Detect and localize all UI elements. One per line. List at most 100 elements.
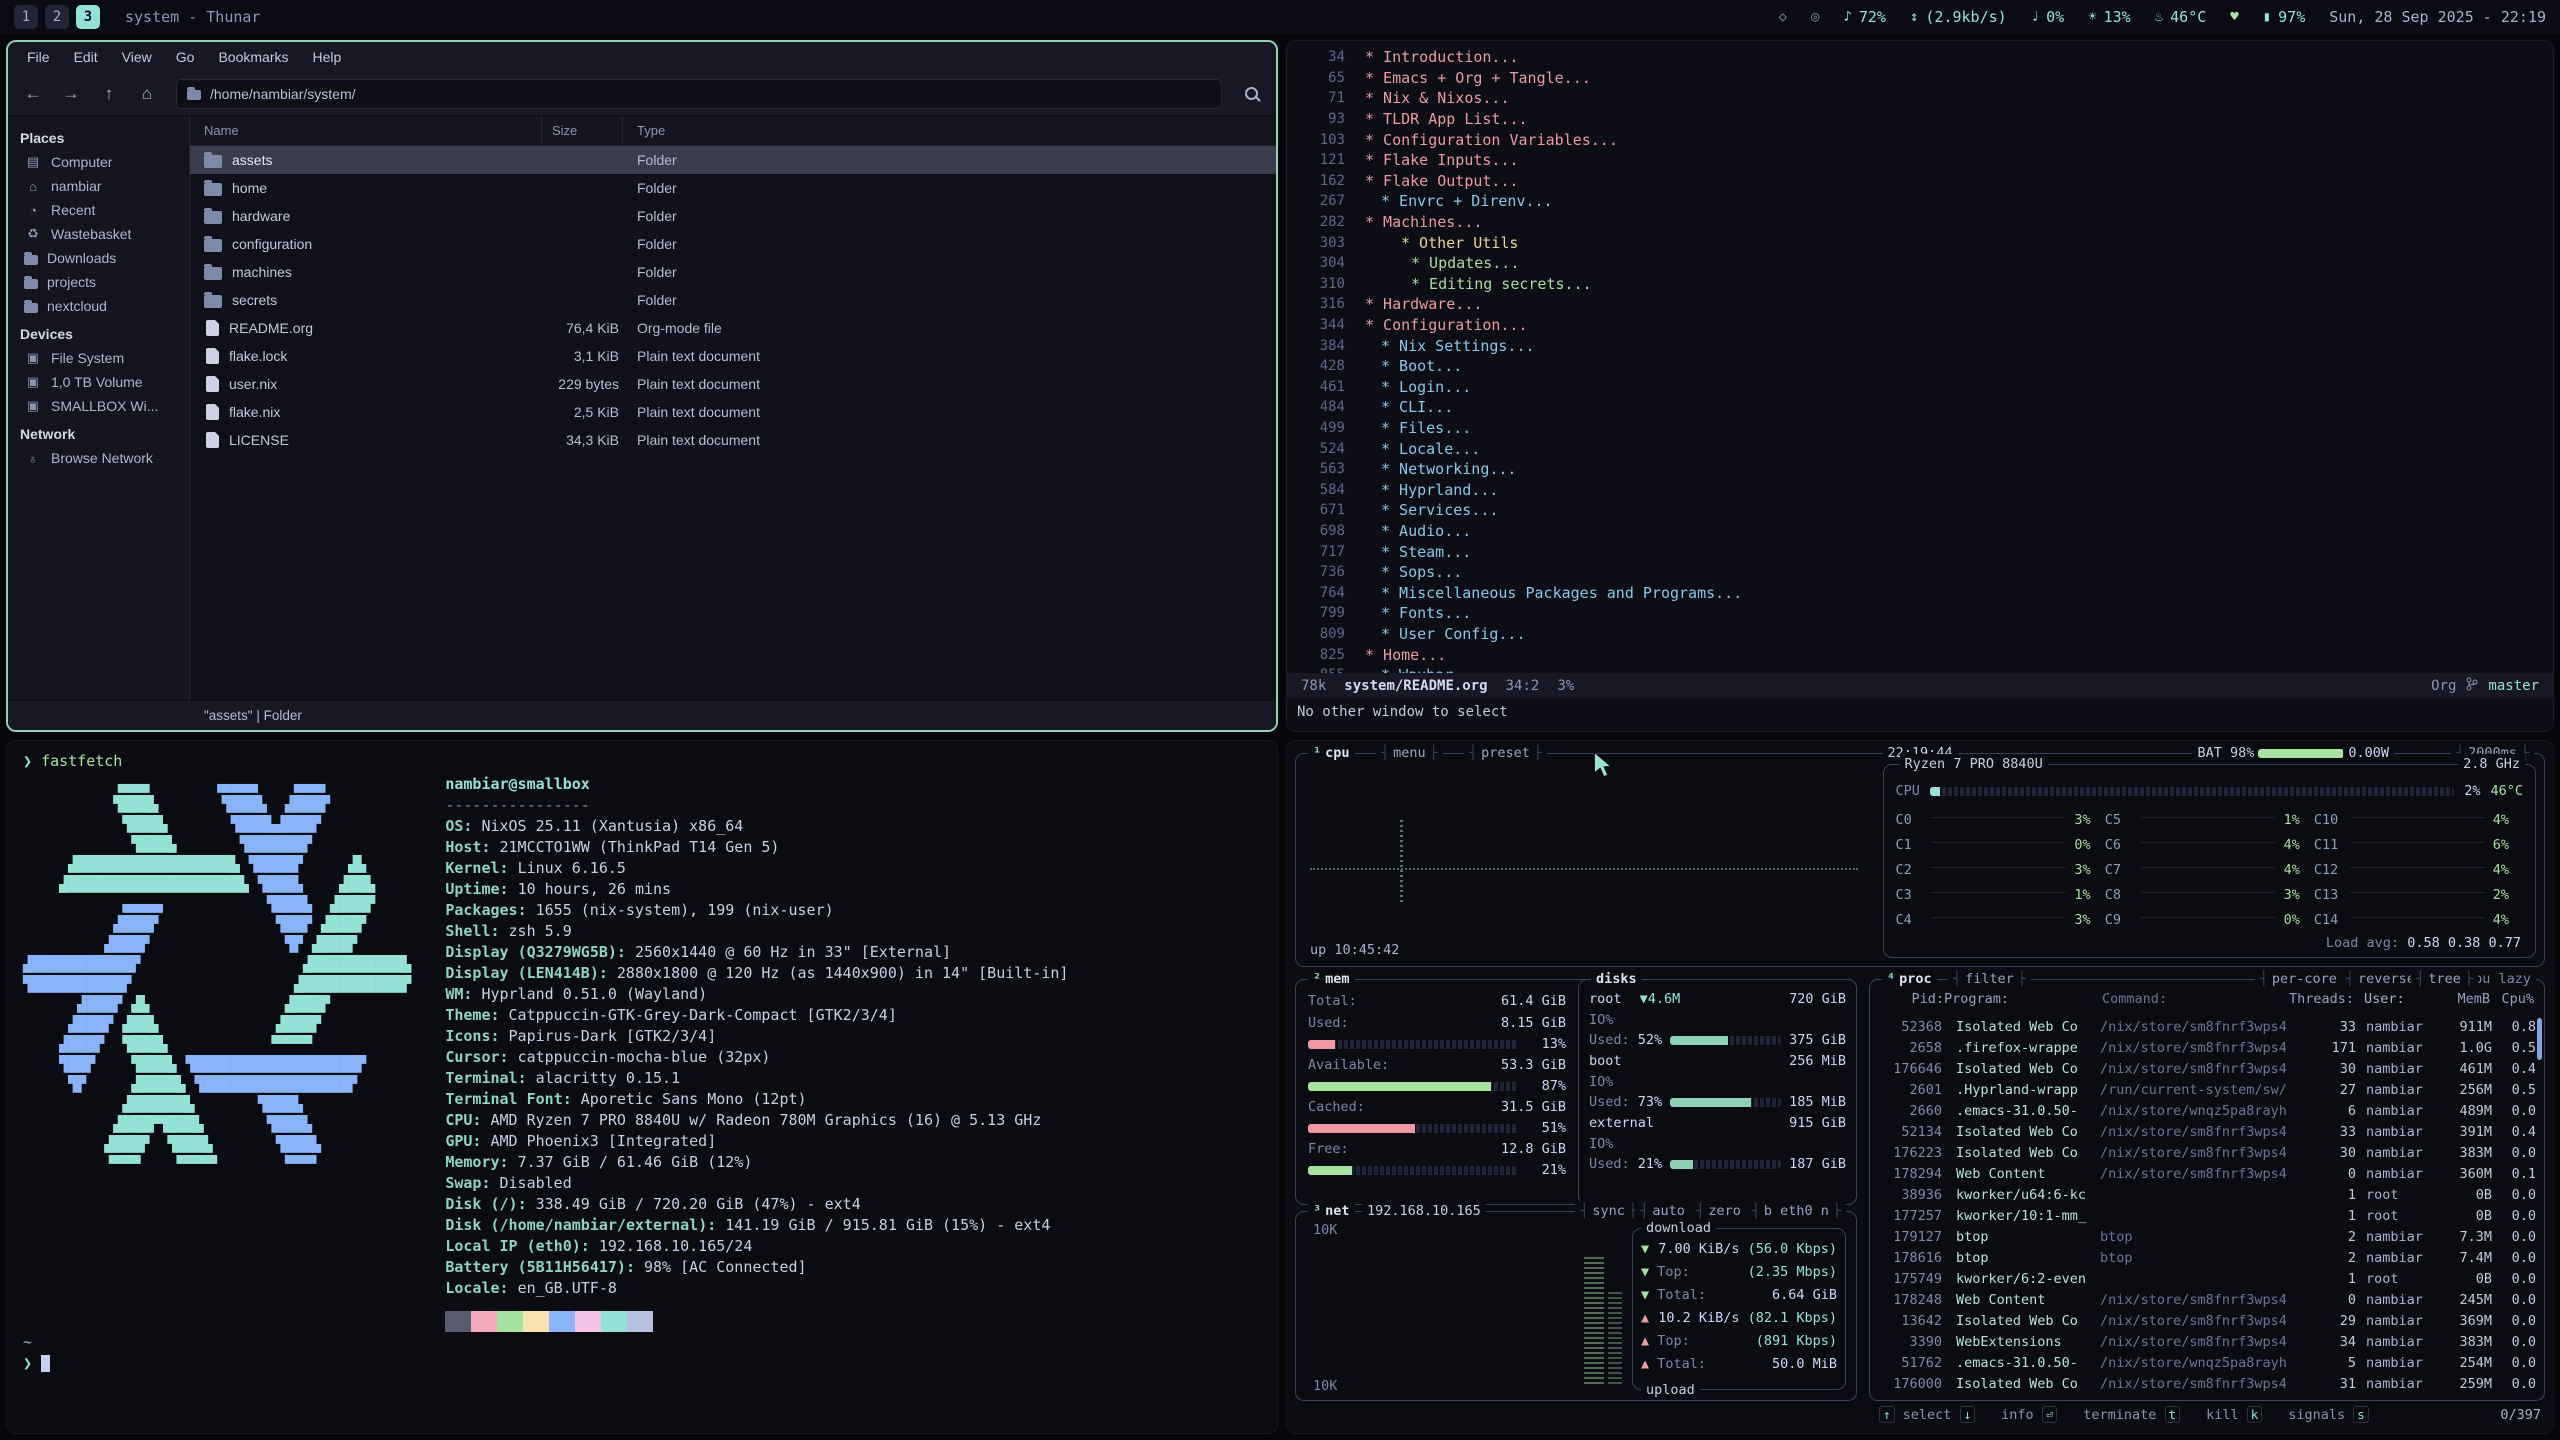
org-heading-line[interactable]: 855* Waubar... bbox=[1291, 665, 2553, 673]
workspace-button-2[interactable]: 2 bbox=[45, 5, 69, 29]
menu-go[interactable]: Go bbox=[165, 46, 206, 68]
org-heading-line[interactable]: 499* Files... bbox=[1291, 418, 2553, 439]
sidebar-item-computer[interactable]: ▤Computer bbox=[8, 150, 189, 174]
sidebar-item-downloads[interactable]: Downloads bbox=[8, 246, 189, 270]
org-heading-line[interactable]: 563* Networking... bbox=[1291, 459, 2553, 480]
org-heading-line[interactable]: 825* Home... bbox=[1291, 644, 2553, 665]
net-button-b-eth0-n[interactable]: b eth0 n bbox=[1747, 1201, 1846, 1221]
process-row[interactable]: 178248Web Content/nix/store/sm8fnrf3wps4… bbox=[1878, 1289, 2536, 1310]
tray-icon-2-module[interactable]: ◎ bbox=[1811, 9, 1819, 25]
org-heading-line[interactable]: 799* Fonts... bbox=[1291, 603, 2553, 624]
org-heading-line[interactable]: 584* Hyprland... bbox=[1291, 479, 2553, 500]
microphone-module[interactable]: ♩0% bbox=[2031, 8, 2065, 26]
org-heading-line[interactable]: 671* Services... bbox=[1291, 500, 2553, 521]
org-heading-line[interactable]: 316* Hardware... bbox=[1291, 294, 2553, 315]
footer-signals[interactable]: signals s bbox=[2288, 1405, 2369, 1425]
file-row[interactable]: secretsFolder bbox=[190, 286, 1276, 314]
proc-column-user[interactable]: User: bbox=[2354, 989, 2434, 1009]
org-heading-line[interactable]: 282* Machines... bbox=[1291, 212, 2553, 233]
org-heading-line[interactable]: 71* Nix & Nixos... bbox=[1291, 88, 2553, 109]
sidebar-item-nextcloud[interactable]: nextcloud bbox=[8, 294, 189, 318]
proc-option-tree[interactable]: tree bbox=[2411, 969, 2478, 989]
tray-icon-1-module[interactable]: ◇ bbox=[1779, 9, 1787, 25]
menu-view[interactable]: View bbox=[111, 46, 163, 68]
org-heading-line[interactable]: 736* Sops... bbox=[1291, 562, 2553, 583]
org-heading-line[interactable]: 809* User Config... bbox=[1291, 624, 2553, 645]
path-bar[interactable]: /home/nambiar/system/ bbox=[176, 79, 1222, 109]
process-row[interactable]: 38936kworker/u64:6-kc1root0B0.0 bbox=[1878, 1184, 2536, 1205]
org-heading-line[interactable]: 428* Boot... bbox=[1291, 356, 2553, 377]
proc-column-memb[interactable]: MemB bbox=[2434, 989, 2490, 1009]
temperature-module[interactable]: ♨46°C bbox=[2155, 8, 2207, 26]
filter-button[interactable]: filter bbox=[1948, 969, 2031, 989]
org-heading-line[interactable]: 484* CLI... bbox=[1291, 397, 2553, 418]
menu-file[interactable]: File bbox=[16, 46, 61, 68]
workspace-button-3[interactable]: 3 bbox=[76, 5, 100, 29]
process-row[interactable]: 52134Isolated Web Co/nix/store/sm8fnrf3w… bbox=[1878, 1121, 2536, 1142]
file-row[interactable]: machinesFolder bbox=[190, 258, 1276, 286]
prompt-line-2[interactable]: ❯ bbox=[23, 1353, 1261, 1374]
file-row[interactable]: flake.nix2,5 KiBPlain text document bbox=[190, 398, 1276, 426]
process-row[interactable]: 179127btopbtop2nambiar7.3M0.0 bbox=[1878, 1226, 2536, 1247]
search-button[interactable] bbox=[1234, 78, 1268, 110]
file-row[interactable]: user.nix229 bytesPlain text document bbox=[190, 370, 1276, 398]
process-row[interactable]: 3390WebExtensions/nix/store/sm8fnrf3wps4… bbox=[1878, 1331, 2536, 1352]
org-heading-line[interactable]: 65* Emacs + Org + Tangle... bbox=[1291, 68, 2553, 89]
preset-button[interactable]: preset bbox=[1464, 743, 1547, 763]
forward-button[interactable]: → bbox=[54, 78, 88, 110]
menu-bookmarks[interactable]: Bookmarks bbox=[207, 46, 299, 68]
org-heading-line[interactable]: 267* Envrc + Direnv... bbox=[1291, 191, 2553, 212]
process-row[interactable]: 178294Web Content/nix/store/sm8fnrf3wps4… bbox=[1878, 1163, 2536, 1184]
org-heading-line[interactable]: 717* Steam... bbox=[1291, 541, 2553, 562]
process-row[interactable]: 52368Isolated Web Co/nix/store/sm8fnrf3w… bbox=[1878, 1016, 2536, 1037]
proc-column-command[interactable]: Command: bbox=[2094, 989, 2284, 1009]
network-module[interactable]: ↕(2.9kb/s) bbox=[1910, 8, 2007, 26]
org-heading-line[interactable]: 344* Configuration... bbox=[1291, 315, 2553, 336]
sidebar-item-1-0-tb-volume[interactable]: ▣1,0 TB Volume bbox=[8, 370, 189, 394]
process-row[interactable]: 2660.emacs-31.0.50-/nix/store/wnqz5pa8ra… bbox=[1878, 1100, 2536, 1121]
file-row[interactable]: README.org76,4 KiBOrg-mode file bbox=[190, 314, 1276, 342]
up-button[interactable]: ↑ bbox=[92, 78, 126, 110]
org-heading-line[interactable]: 93* TLDR App List... bbox=[1291, 109, 2553, 130]
process-row[interactable]: 177257kworker/10:1-mm_1root0B0.0 bbox=[1878, 1205, 2536, 1226]
org-heading-line[interactable]: 121* Flake Inputs... bbox=[1291, 150, 2553, 171]
proc-column-program[interactable]: Program: bbox=[1944, 989, 2094, 1009]
battery-module[interactable]: ▮97% bbox=[2263, 8, 2306, 26]
terminal-window[interactable]: ❯ fastfetch ▗▄▄▄ ▗▄▄▄▄ ▄▄▄▖ ▜███▙ ▜███▙ … bbox=[6, 740, 1278, 1434]
org-heading-line[interactable]: 162* Flake Output... bbox=[1291, 171, 2553, 192]
org-heading-line[interactable]: 524* Locale... bbox=[1291, 438, 2553, 459]
workspace-button-1[interactable]: 1 bbox=[14, 5, 38, 29]
org-heading-line[interactable]: 384* Nix Settings... bbox=[1291, 335, 2553, 356]
home-button[interactable]: ⌂ bbox=[130, 78, 164, 110]
org-buffer[interactable]: 34* Introduction...65* Emacs + Org + Tan… bbox=[1287, 47, 2553, 673]
org-heading-line[interactable]: 304* Updates... bbox=[1291, 253, 2553, 274]
process-row[interactable]: 176000Isolated Web Co/nix/store/sm8fnrf3… bbox=[1878, 1373, 2536, 1394]
org-heading-line[interactable]: 303* Other Utils bbox=[1291, 232, 2553, 253]
btop-window[interactable]: ¹cpu menu preset 22:19:44 BAT 98% 0.00W … bbox=[1286, 740, 2554, 1434]
brightness-module[interactable]: ☀13% bbox=[2088, 8, 2131, 26]
process-row[interactable]: 13642Isolated Web Co/nix/store/sm8fnrf3w… bbox=[1878, 1310, 2536, 1331]
proc-column-cpu[interactable]: Cpu% bbox=[2490, 989, 2534, 1009]
proc-column-threads[interactable]: Threads: bbox=[2284, 989, 2354, 1009]
process-row[interactable]: 2601.Hyprland-wrapp/run/current-system/s… bbox=[1878, 1079, 2536, 1100]
menu-button[interactable]: menu bbox=[1376, 743, 1443, 763]
process-row[interactable]: 51762.emacs-31.0.50-/nix/store/wnqz5pa8r… bbox=[1878, 1352, 2536, 1373]
idle-inhibitor-module[interactable]: ♥ bbox=[2230, 9, 2238, 25]
process-row[interactable]: 2658.firefox-wrappe/nix/store/sm8fnrf3wp… bbox=[1878, 1037, 2536, 1058]
sidebar-item-smallbox-wi-[interactable]: ▣SMALLBOX Wi... bbox=[8, 394, 189, 418]
menu-help[interactable]: Help bbox=[302, 46, 353, 68]
clock-module[interactable]: Sun, 28 Sep 2025 - 22:19 bbox=[2329, 8, 2546, 26]
footer-kill[interactable]: kill k bbox=[2206, 1405, 2262, 1425]
sidebar-item-wastebasket[interactable]: ♻Wastebasket bbox=[8, 222, 189, 246]
file-row[interactable]: LICENSE34,3 KiBPlain text document bbox=[190, 426, 1276, 454]
process-row[interactable]: 176646Isolated Web Co/nix/store/sm8fnrf3… bbox=[1878, 1058, 2536, 1079]
sidebar-item-recent[interactable]: ◔Recent bbox=[8, 198, 189, 222]
org-heading-line[interactable]: 461* Login... bbox=[1291, 377, 2553, 398]
volume-module[interactable]: ♪72% bbox=[1843, 8, 1886, 26]
emacs-window[interactable]: 34* Introduction...65* Emacs + Org + Tan… bbox=[1286, 40, 2554, 732]
footer-info[interactable]: info ⏎ bbox=[2001, 1405, 2057, 1425]
column-header-name[interactable]: Name bbox=[190, 116, 542, 145]
file-row[interactable]: assetsFolder bbox=[190, 146, 1276, 174]
org-heading-line[interactable]: 764* Miscellaneous Packages and Programs… bbox=[1291, 582, 2553, 603]
process-scrollbar[interactable] bbox=[2537, 1018, 2542, 1060]
